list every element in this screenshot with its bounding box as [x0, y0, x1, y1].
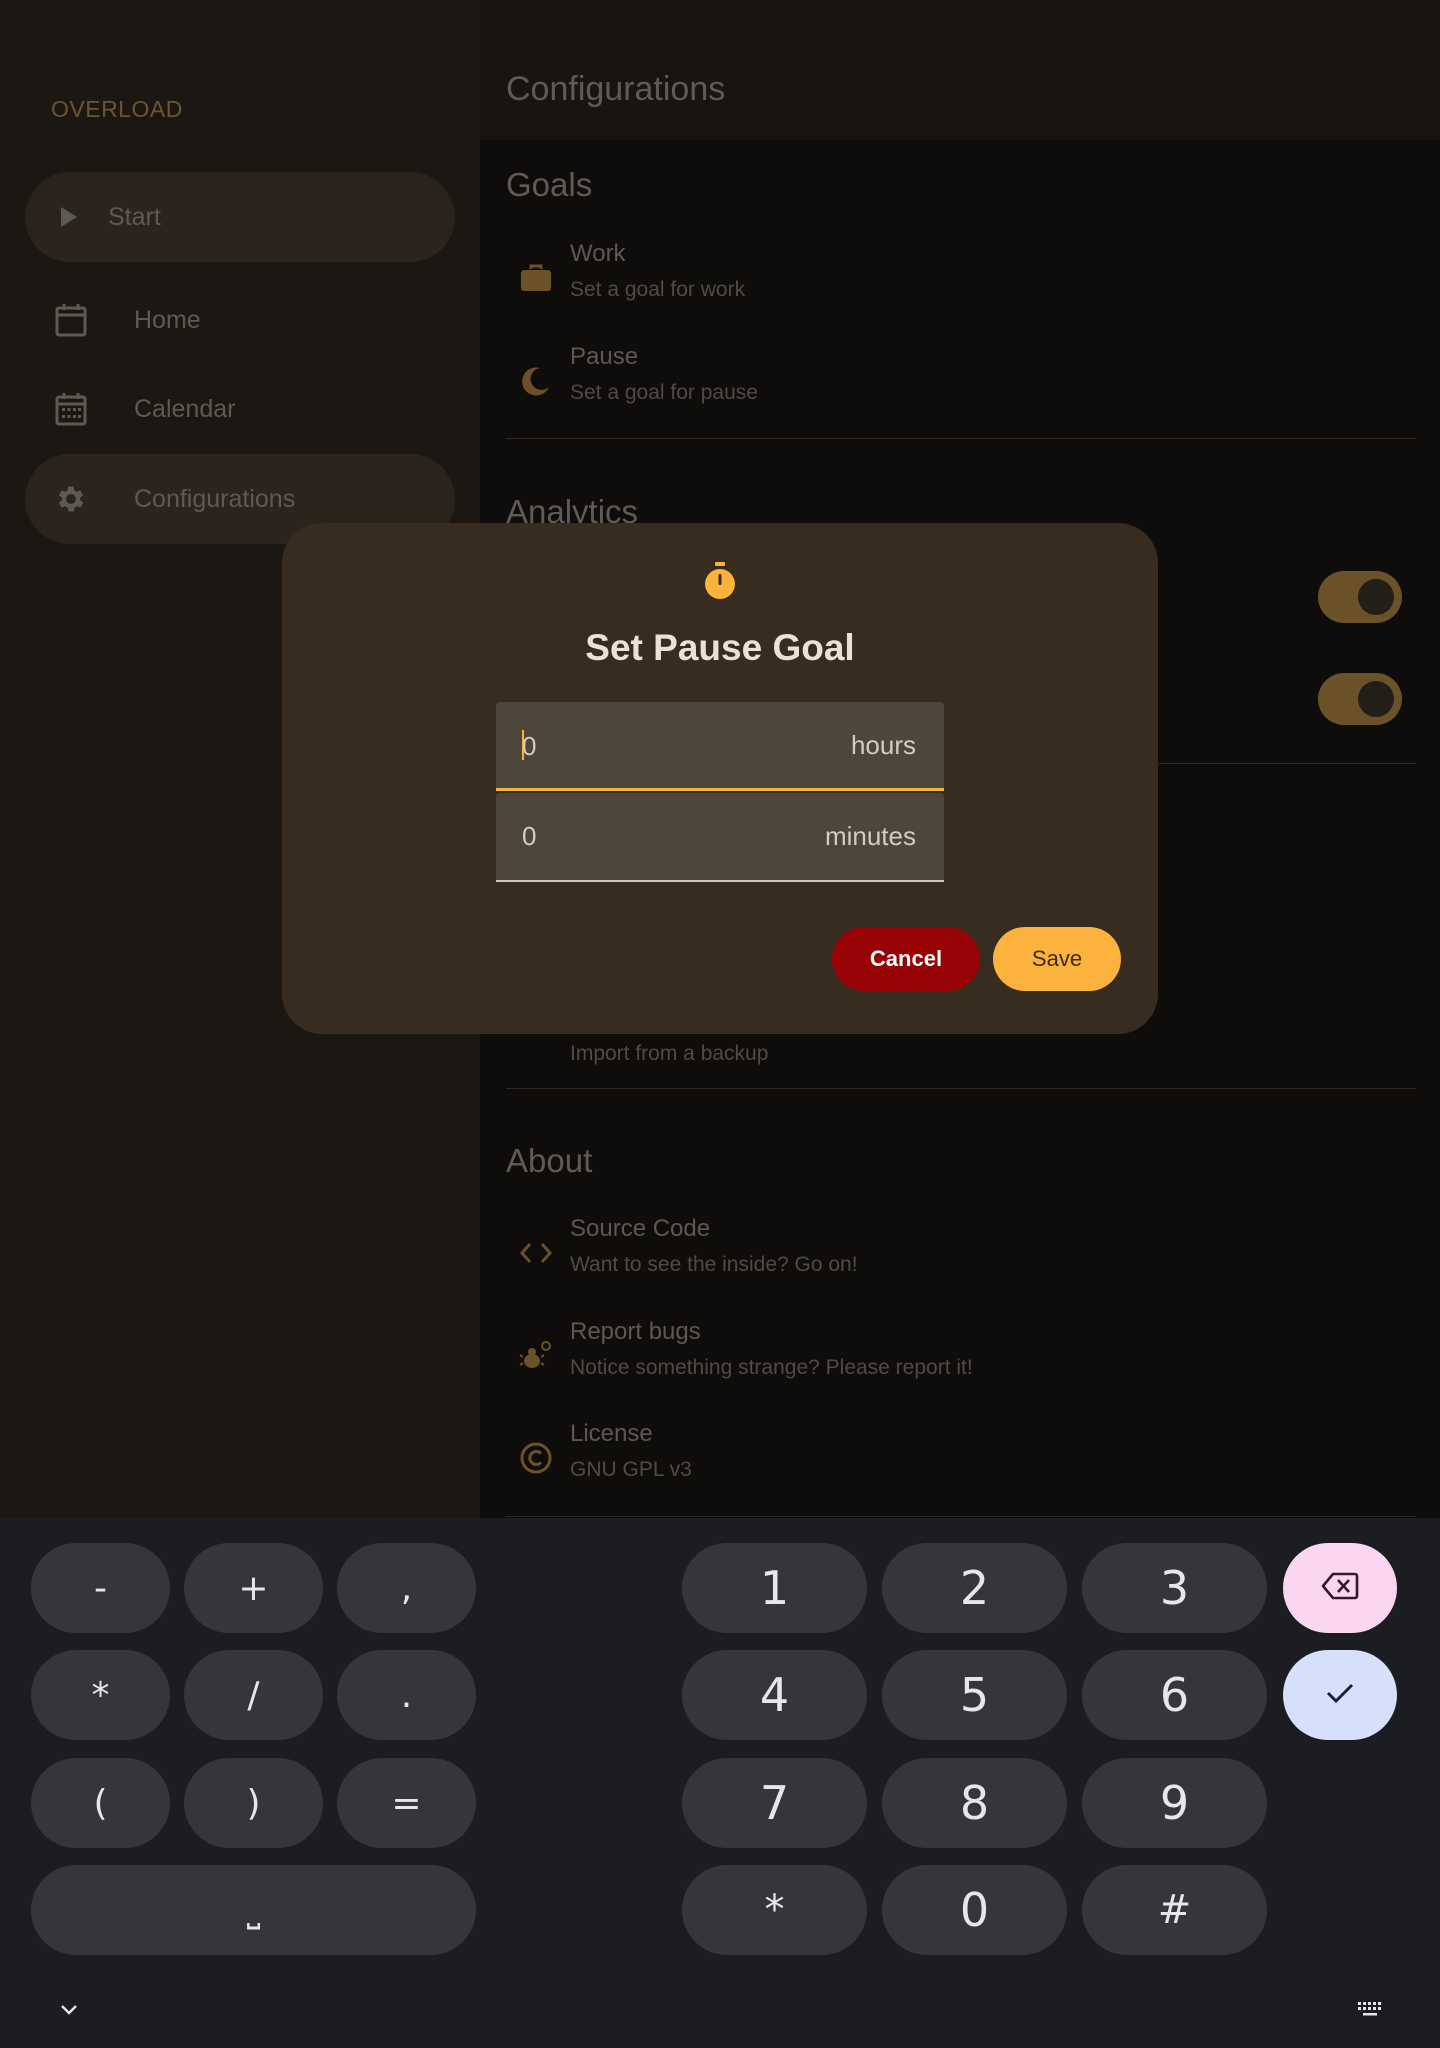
nav-item-label: Configurations [134, 484, 296, 513]
hide-keyboard-chevron-down-icon[interactable] [49, 1989, 89, 2029]
minutes-input[interactable]: 0 minutes [496, 793, 944, 882]
analytics-toggle-1[interactable] [1318, 571, 1402, 623]
app-name: OVERLOAD [51, 96, 183, 122]
code-icon [518, 1235, 554, 1271]
row-subtitle: Set a goal for pause [570, 381, 758, 404]
hours-value: 0 [522, 730, 536, 762]
key-1[interactable]: 1 [682, 1543, 867, 1633]
calendar-blank-icon [53, 302, 89, 338]
stopwatch-icon [702, 561, 738, 601]
key-3[interactable]: 3 [1082, 1543, 1267, 1633]
key-6[interactable]: 6 [1082, 1650, 1267, 1740]
minutes-value: 0 [522, 821, 537, 851]
keyboard-switch-icon[interactable] [1351, 1989, 1391, 2029]
key-9[interactable]: 9 [1082, 1758, 1267, 1848]
start-label: Start [108, 202, 161, 231]
nav-item-calendar[interactable]: Calendar [25, 364, 455, 454]
set-pause-goal-dialog: Set Pause Goal 0 hours 0 minutes Cancel … [282, 523, 1158, 1034]
analytics-toggle-2[interactable] [1318, 673, 1402, 725]
key-7[interactable]: 7 [682, 1758, 867, 1848]
key-minus[interactable]: - [31, 1543, 170, 1633]
row-subtitle: Import from a backup [570, 1042, 769, 1065]
copyright-icon [518, 1440, 554, 1476]
nav-item-label: Calendar [134, 394, 236, 423]
row-subtitle: Set a goal for work [570, 278, 746, 301]
divider [506, 438, 1416, 439]
setting-row-source-code[interactable]: Source Code Want to see the inside? Go o… [506, 1211, 1416, 1301]
enter-key[interactable] [1283, 1650, 1397, 1740]
checkmark-icon [1325, 1681, 1355, 1709]
divider [506, 1088, 1416, 1089]
numeric-keyboard: - + , * / . ( ) = ⎵ 1 2 3 4 5 6 7 8 9 * … [0, 1518, 1440, 2048]
key-2[interactable]: 2 [882, 1543, 1067, 1633]
hours-value-text: 0 [522, 731, 537, 761]
key-close-paren[interactable]: ) [184, 1758, 323, 1848]
key-4[interactable]: 4 [682, 1650, 867, 1740]
calendar-month-icon [53, 391, 89, 427]
section-title-goals: Goals [506, 166, 593, 203]
row-title: Source Code [570, 1215, 711, 1242]
key-asterisk[interactable]: * [31, 1650, 170, 1740]
cancel-button[interactable]: Cancel [832, 927, 980, 991]
briefcase-icon [518, 260, 554, 296]
gear-icon [53, 481, 89, 517]
setting-row-license[interactable]: License GNU GPL v3 [506, 1416, 1416, 1506]
minutes-suffix: minutes [824, 821, 916, 851]
row-title: Work [570, 240, 626, 267]
divider [506, 1516, 1416, 1517]
row-title: Report bugs [570, 1318, 701, 1345]
bug-icon [518, 1338, 554, 1374]
key-hash[interactable]: # [1082, 1865, 1267, 1955]
page-title: Configurations [506, 70, 726, 108]
row-subtitle: Want to see the inside? Go on! [570, 1253, 858, 1276]
setting-row-pause-goal[interactable]: Pause Set a goal for pause [506, 339, 1416, 429]
key-5[interactable]: 5 [882, 1650, 1067, 1740]
setting-row-work-goal[interactable]: Work Set a goal for work [506, 236, 1416, 326]
nav-item-label: Home [134, 305, 201, 334]
key-plus[interactable]: + [184, 1543, 323, 1633]
row-title: License [570, 1420, 653, 1447]
backspace-icon [1321, 1572, 1359, 1604]
row-subtitle: Notice something strange? Please report … [570, 1356, 973, 1379]
setting-row-report-bugs[interactable]: Report bugs Notice something strange? Pl… [506, 1314, 1416, 1404]
key-comma[interactable]: , [337, 1543, 476, 1633]
key-slash[interactable]: / [184, 1650, 323, 1740]
top-app-bar: Configurations [480, 0, 1440, 140]
moon-icon [518, 363, 554, 399]
key-period[interactable]: . [337, 1650, 476, 1740]
key-0[interactable]: 0 [882, 1865, 1067, 1955]
key-space[interactable]: ⎵ [31, 1865, 476, 1955]
row-title: Pause [570, 343, 639, 370]
nav-item-home[interactable]: Home [25, 275, 455, 365]
backspace-key[interactable] [1283, 1543, 1397, 1633]
hours-suffix: hours [850, 730, 916, 760]
section-title-about: About [506, 1142, 593, 1179]
row-subtitle: GNU GPL v3 [570, 1458, 692, 1481]
key-equals[interactable]: = [337, 1758, 476, 1848]
key-open-paren[interactable]: ( [31, 1758, 170, 1848]
start-button[interactable]: Start [25, 172, 455, 262]
key-8[interactable]: 8 [882, 1758, 1067, 1848]
hours-input[interactable]: 0 hours [496, 702, 944, 791]
save-button[interactable]: Save [993, 927, 1121, 991]
play-icon [51, 199, 87, 235]
dialog-title: Set Pause Goal [585, 627, 855, 668]
key-star[interactable]: * [682, 1865, 867, 1955]
